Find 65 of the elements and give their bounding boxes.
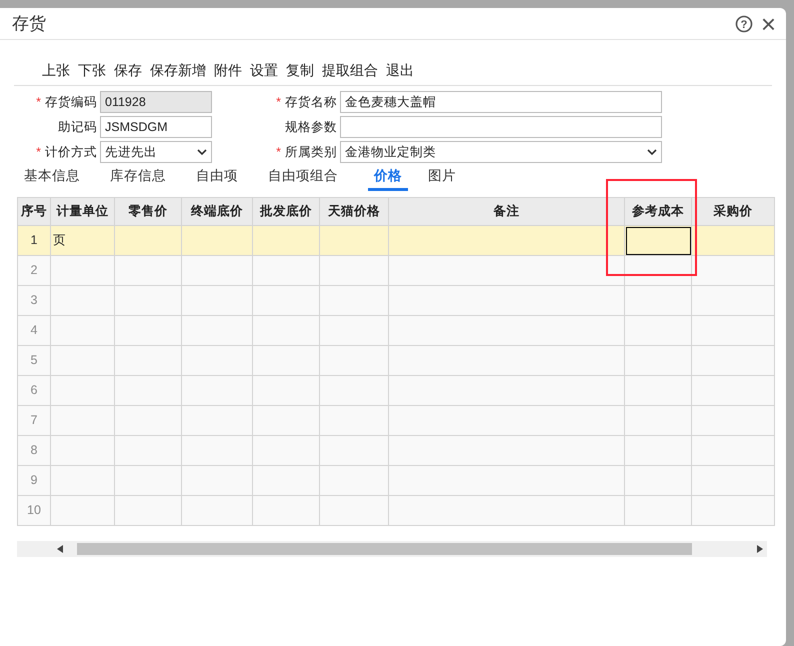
scrollbar-thumb[interactable] (77, 543, 692, 556)
toolbar-button[interactable]: 设置 (250, 60, 278, 81)
row-number: 9 (18, 466, 50, 496)
column-header: 备注 (388, 198, 624, 226)
row-number: 7 (18, 406, 50, 436)
input-field: 011928 (100, 91, 212, 113)
field-label: * 存货编码 (36, 94, 97, 109)
scroll-left-icon[interactable] (57, 545, 63, 554)
tab[interactable]: 图片 (428, 166, 456, 192)
chevron-down-icon[interactable] (197, 148, 207, 156)
column-header: 批发底价 (252, 198, 320, 226)
toolbar-button[interactable]: 提取组合 (322, 60, 378, 81)
tab[interactable]: 价格 (368, 166, 408, 192)
select-field[interactable]: 金港物业定制类 (340, 141, 662, 163)
chevron-down-icon[interactable] (647, 148, 657, 156)
tab[interactable]: 自由项组合 (268, 166, 338, 192)
row-number: 1 (18, 226, 50, 256)
table-cell[interactable] (624, 346, 692, 376)
column-header: 终端底价 (182, 198, 252, 226)
table-cell[interactable] (624, 316, 692, 346)
column-header: 计量单位 (50, 198, 114, 226)
table-cell[interactable] (624, 286, 692, 316)
tab[interactable]: 自由项 (196, 166, 238, 192)
row-number: 8 (18, 436, 50, 466)
input-field[interactable]: JSMSDGM (100, 116, 212, 138)
row-number: 10 (18, 496, 50, 526)
close-button[interactable]: × (760, 10, 776, 36)
field-label: 规格参数 (285, 120, 337, 134)
column-header: 零售价 (114, 198, 182, 226)
column-header: 参考成本 (624, 198, 692, 226)
column-header: 序号 (18, 198, 50, 226)
input-field[interactable] (340, 116, 662, 138)
field-label: * 所属类别 (276, 144, 337, 159)
tab[interactable]: 基本信息 (24, 166, 80, 192)
help-icon[interactable]: ? (734, 14, 753, 34)
toolbar-button[interactable]: 附件 (214, 60, 242, 81)
row-number: 4 (18, 316, 50, 346)
table-cell[interactable] (624, 376, 692, 406)
select-field[interactable]: 先进先出 (100, 141, 212, 163)
field-label: * 计价方式 (36, 144, 97, 159)
table-cell[interactable] (624, 436, 692, 466)
row-number: 3 (18, 286, 50, 316)
table-cell: 页 (50, 226, 114, 256)
column-header: 采购价 (692, 198, 774, 226)
table-cell[interactable] (624, 226, 692, 256)
horizontal-scrollbar[interactable] (17, 541, 767, 558)
toolbar-button[interactable]: 保存新增 (150, 60, 206, 81)
window-title: 存货 (12, 12, 46, 35)
toolbar-button[interactable]: 保存 (114, 60, 142, 81)
input-field[interactable]: 金色麦穗大盖帽 (340, 91, 662, 113)
toolbar-button[interactable]: 下张 (78, 60, 106, 81)
table-cell[interactable] (624, 496, 692, 526)
field-label: * 存货名称 (276, 94, 337, 109)
toolbar-button[interactable]: 上张 (42, 60, 70, 81)
toolbar-button[interactable]: 复制 (286, 60, 314, 81)
toolbar-button[interactable]: 退出 (386, 60, 414, 81)
column-header: 天猫价格 (320, 198, 388, 226)
row-number: 5 (18, 346, 50, 376)
tab[interactable]: 库存信息 (110, 166, 166, 192)
field-label: 助记码 (58, 120, 97, 134)
table-cell[interactable] (624, 406, 692, 436)
row-number: 2 (18, 256, 50, 286)
scroll-right-icon[interactable] (757, 545, 763, 554)
row-number: 6 (18, 376, 50, 406)
table-cell[interactable] (624, 466, 692, 496)
